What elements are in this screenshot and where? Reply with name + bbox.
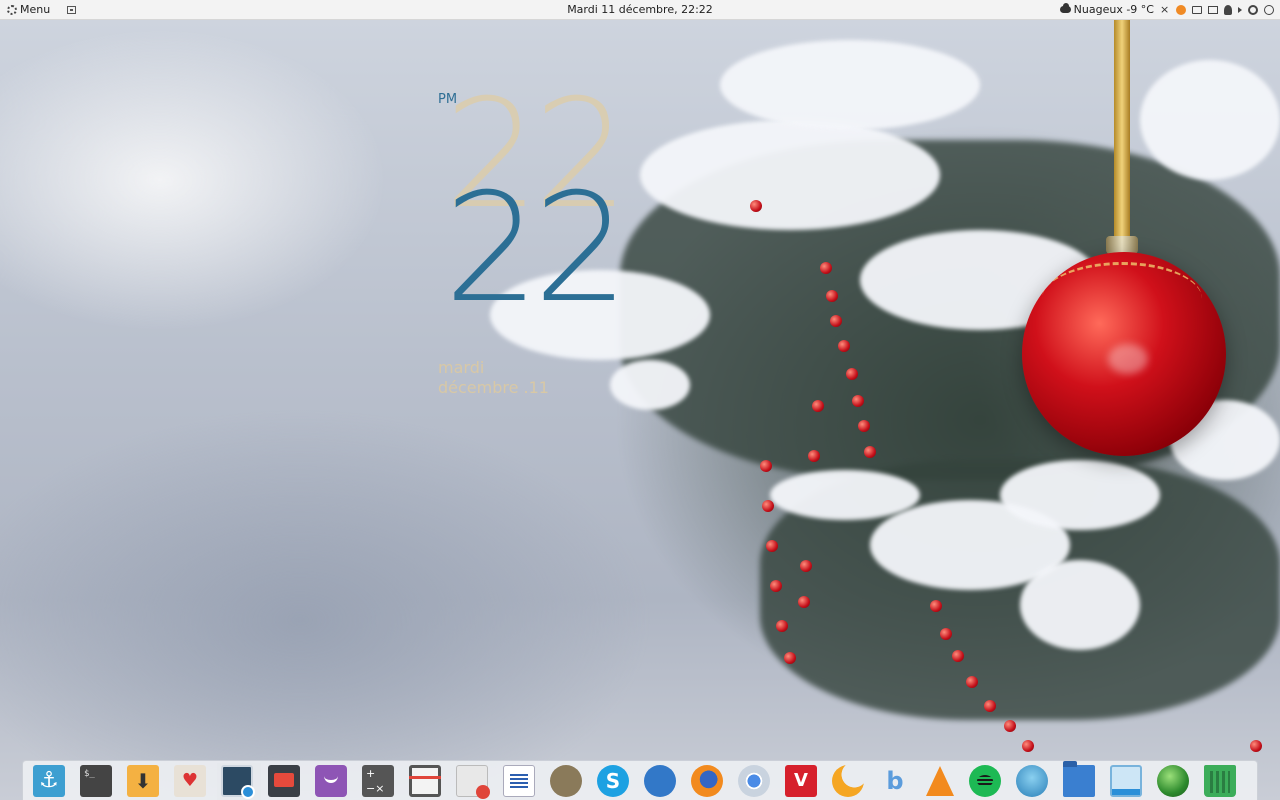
snow-patch bbox=[1020, 560, 1140, 650]
pencil-badge-icon bbox=[476, 784, 490, 799]
terminal-icon[interactable]: $_ bbox=[80, 764, 112, 797]
power-icon[interactable] bbox=[1248, 4, 1258, 15]
solitaire-icon[interactable]: ♥ bbox=[174, 764, 206, 797]
bead bbox=[750, 200, 762, 212]
crop-tool-icon[interactable] bbox=[409, 764, 441, 797]
gimp-icon[interactable] bbox=[550, 764, 582, 797]
bead bbox=[838, 340, 850, 352]
screen-recorder-icon[interactable] bbox=[268, 764, 300, 797]
anchor-app-icon[interactable]: ⚓ bbox=[33, 764, 65, 797]
bead bbox=[808, 450, 820, 462]
bead bbox=[762, 500, 774, 512]
bead bbox=[864, 446, 876, 458]
bead bbox=[830, 315, 842, 327]
bead bbox=[952, 650, 964, 662]
weather-applet[interactable]: Nuageux -9 °C bbox=[1059, 3, 1154, 16]
bead bbox=[760, 460, 772, 472]
audio-app-icon[interactable] bbox=[1016, 764, 1048, 797]
display-icon[interactable] bbox=[1208, 5, 1218, 14]
cloud-icon bbox=[1059, 3, 1071, 13]
volume-icon[interactable] bbox=[1238, 6, 1242, 13]
skype-icon[interactable]: S bbox=[597, 764, 629, 797]
clock-hour: 22 bbox=[444, 162, 629, 336]
snow-patch bbox=[1140, 60, 1280, 180]
bead bbox=[820, 262, 832, 274]
user-account-icon[interactable] bbox=[1264, 4, 1274, 15]
close-icon[interactable]: × bbox=[1160, 4, 1170, 15]
panel-datetime[interactable]: Mardi 11 décembre, 22:22 bbox=[567, 3, 713, 16]
vlc-icon[interactable] bbox=[926, 765, 954, 796]
calculator-icon[interactable]: +−× bbox=[362, 764, 394, 797]
thunderbird-icon[interactable] bbox=[644, 764, 676, 797]
menu-button[interactable]: Menu bbox=[4, 3, 53, 16]
spotify-waves-icon bbox=[977, 774, 993, 787]
smile-icon bbox=[324, 775, 338, 783]
panel-left: Menu bbox=[0, 3, 77, 16]
spotify-icon[interactable] bbox=[969, 764, 1001, 797]
menu-label: Menu bbox=[20, 3, 51, 16]
panel-right: Nuageux -9 °C × bbox=[1059, 3, 1280, 16]
clock-month-day: décembre .11 bbox=[438, 378, 549, 397]
camera-icon bbox=[274, 772, 294, 787]
globe-app-icon[interactable] bbox=[1157, 764, 1189, 797]
snow-patch bbox=[1000, 460, 1160, 530]
bead bbox=[846, 368, 858, 380]
ornament-ribbon bbox=[1114, 20, 1130, 242]
user-icon[interactable] bbox=[1224, 4, 1232, 15]
window-app-icon[interactable] bbox=[1110, 764, 1142, 797]
crop-line-icon bbox=[409, 775, 441, 779]
bead bbox=[984, 700, 996, 712]
desktop-clock-widget: 22 22 PM mardi décembre .11 bbox=[438, 80, 638, 408]
top-panel: Menu Mardi 11 décembre, 22:22 Nuageux -9… bbox=[0, 0, 1280, 20]
face-app-icon[interactable] bbox=[315, 764, 347, 797]
bead bbox=[1250, 740, 1262, 752]
window-bar-icon bbox=[1112, 788, 1140, 795]
snow-patch bbox=[770, 470, 920, 520]
dock: ⚓ $_ ⬇ ♥ +−× S V b bbox=[22, 760, 1258, 800]
bead bbox=[930, 600, 942, 612]
text-lines-icon bbox=[510, 773, 528, 788]
window-switcher-icon[interactable] bbox=[67, 5, 77, 14]
camera-badge-icon bbox=[241, 784, 255, 799]
screenshot-icon[interactable] bbox=[217, 762, 261, 800]
chrome-icon[interactable] bbox=[738, 764, 770, 797]
bead bbox=[784, 652, 796, 664]
text-editor-icon[interactable] bbox=[456, 764, 490, 799]
bead bbox=[1022, 740, 1034, 752]
notification-icon[interactable] bbox=[1176, 4, 1186, 15]
bead bbox=[1004, 720, 1016, 732]
snow-patch bbox=[640, 120, 940, 230]
bead bbox=[776, 620, 788, 632]
gear-icon bbox=[7, 4, 17, 15]
bead bbox=[766, 540, 778, 552]
bead bbox=[770, 580, 782, 592]
bead bbox=[966, 676, 978, 688]
bead bbox=[812, 400, 824, 412]
moon-app-icon[interactable] bbox=[832, 764, 864, 797]
document-writer-icon[interactable] bbox=[503, 764, 535, 797]
firefox-icon[interactable] bbox=[691, 764, 723, 797]
bead bbox=[826, 290, 838, 302]
bead bbox=[852, 395, 864, 407]
trash-icon[interactable] bbox=[1204, 764, 1236, 797]
clock-ampm: PM bbox=[438, 92, 458, 107]
bead bbox=[858, 420, 870, 432]
folder-tab-icon bbox=[1063, 760, 1077, 767]
snow-patch bbox=[720, 40, 980, 130]
clock-day-name: mardi bbox=[438, 358, 485, 377]
weather-text: Nuageux -9 °C bbox=[1073, 3, 1154, 16]
bead bbox=[940, 628, 952, 640]
bead bbox=[800, 560, 812, 572]
b-app-icon[interactable]: b bbox=[879, 765, 911, 797]
mail-icon[interactable] bbox=[1192, 5, 1202, 14]
vivaldi-icon[interactable]: V bbox=[785, 764, 817, 797]
bead bbox=[798, 596, 810, 608]
red-ornament bbox=[1022, 252, 1226, 456]
download-icon[interactable]: ⬇ bbox=[127, 764, 159, 797]
trash-lines-icon bbox=[1210, 770, 1230, 793]
file-manager-icon[interactable] bbox=[1063, 760, 1095, 797]
